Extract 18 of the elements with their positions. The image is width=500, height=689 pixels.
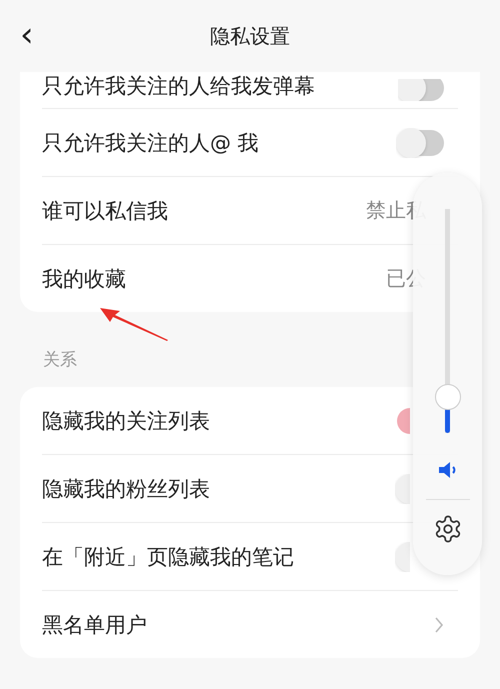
setting-label: 黑名单用户 xyxy=(42,612,147,638)
page-title: 隐私设置 xyxy=(210,22,290,50)
arrow-annotation xyxy=(98,306,170,342)
toggle-switch[interactable] xyxy=(395,542,410,572)
setting-label: 隐藏我的粉丝列表 xyxy=(42,476,210,502)
setting-label: 隐藏我的关注列表 xyxy=(42,408,210,434)
setting-label: 只允许我关注的人@ 我 xyxy=(42,130,259,156)
back-button[interactable]: ‹ xyxy=(14,18,40,52)
toggle-switch[interactable] xyxy=(395,474,410,504)
setting-value: 禁止私 xyxy=(366,197,426,224)
section-label: 关系 xyxy=(43,350,77,370)
setting-value: 已公 xyxy=(386,265,426,292)
setting-label: 谁可以私信我 xyxy=(42,198,168,224)
speaker-icon[interactable] xyxy=(436,459,458,481)
setting-label: 在「附近」页隐藏我的笔记 xyxy=(42,544,294,570)
setting-label: 我的收藏 xyxy=(42,266,126,292)
chevron-icon xyxy=(434,616,444,634)
setting-label: 只允许我关注的人给我发弹幕 xyxy=(42,73,315,100)
